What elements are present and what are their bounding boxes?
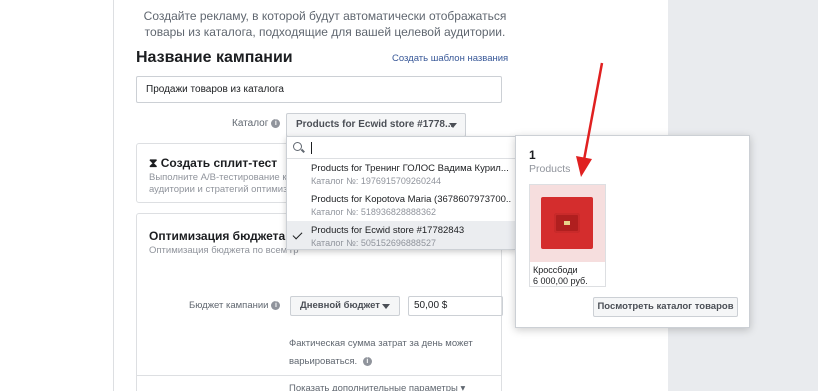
info-icon[interactable]: i xyxy=(271,300,281,310)
handbag-image xyxy=(541,197,593,249)
catalog-option-id: Каталог №: 505152696888527 xyxy=(311,238,436,248)
budget-type-select[interactable]: Дневной бюджет xyxy=(290,296,400,316)
check-icon xyxy=(292,229,303,240)
text-cursor xyxy=(311,142,312,154)
catalog-option-id: Каталог №: 1976915709260244 xyxy=(311,176,441,186)
catalog-option-selected[interactable]: Products for Ecwid store #17782843 Катал… xyxy=(287,221,515,249)
catalog-option-name: Products for Тренинг ГОЛОС Вадима Курил.… xyxy=(311,163,509,174)
catalog-preview-popover: 1 Products Кроссбоди 6 000,00 руб. Посмо… xyxy=(515,135,750,328)
info-icon[interactable]: i xyxy=(362,356,372,366)
info-icon[interactable]: i xyxy=(271,118,281,128)
create-name-template-link[interactable]: Создать шаблон названия xyxy=(392,53,508,64)
split-test-desc-line: Выполните A/B-тестирование кре xyxy=(149,172,298,183)
show-more-params-link[interactable]: Показать дополнительные параметры ▾ xyxy=(289,383,465,391)
left-divider xyxy=(113,0,114,391)
product-price: 6 000,00 руб. xyxy=(533,276,588,286)
product-count-label: Products xyxy=(529,163,571,175)
budget-amount-input[interactable]: 50,00 $ xyxy=(408,296,503,316)
chevron-down-icon xyxy=(449,123,457,128)
product-count: 1 xyxy=(529,148,536,162)
product-card[interactable]: Кроссбоди 6 000,00 руб. xyxy=(529,184,606,287)
catalog-option[interactable]: Products for Kopotova Maria (36786079737… xyxy=(287,190,515,221)
catalog-option[interactable]: Products for Тренинг ГОЛОС Вадима Курил.… xyxy=(287,159,515,190)
catalog-label: Каталог i xyxy=(232,118,281,129)
catalog-search-field[interactable] xyxy=(287,137,515,159)
campaign-budget-label: Бюджет кампании i xyxy=(189,300,281,311)
product-image xyxy=(530,185,605,262)
catalog-option-id: Каталог №: 518936828888362 xyxy=(311,207,436,217)
catalog-option-name: Products for Kopotova Maria (36786079737… xyxy=(311,194,511,205)
intro-text: Создайте рекламу, в которой будут автома… xyxy=(143,9,507,39)
budget-note: Фактическая сумма затрат за день может в… xyxy=(289,335,489,371)
red-arrow-annotation xyxy=(576,62,604,177)
search-icon xyxy=(293,142,302,151)
split-test-title-text: Создать сплит-тест xyxy=(160,156,278,170)
split-test-title: ⧗ Создать сплит-тест xyxy=(149,156,278,170)
catalog-label-text: Каталог xyxy=(232,118,269,129)
budget-note-text: Фактическая сумма затрат за день может в… xyxy=(289,338,473,367)
budget-optimization-subtitle: Оптимизация бюджета по всем гр xyxy=(149,245,299,256)
split-test-description: Выполните A/B-тестирование кре аудитории… xyxy=(149,172,297,196)
catalog-dropdown: Products for Тренинг ГОЛОС Вадима Курил.… xyxy=(286,136,516,250)
campaign-name-title: Название кампании xyxy=(136,49,293,66)
view-catalog-button[interactable]: Посмотреть каталог товаров xyxy=(593,297,738,317)
divider xyxy=(137,375,501,376)
split-test-desc-line: аудитории и стратегий оптимиза xyxy=(149,184,293,195)
campaign-name-input[interactable]: Продажи товаров из каталога xyxy=(136,76,502,103)
chevron-down-icon xyxy=(382,304,390,309)
product-name: Кроссбоди xyxy=(533,265,578,275)
catalog-option-name: Products for Ecwid store #17782843 xyxy=(311,225,465,236)
catalog-select[interactable]: Products for Ecwid store #1778... xyxy=(286,113,466,137)
campaign-budget-label-text: Бюджет кампании xyxy=(189,300,269,311)
budget-type-value: Дневной бюджет xyxy=(300,300,380,311)
catalog-selected-value: Products for Ecwid store #1778... xyxy=(296,119,454,130)
